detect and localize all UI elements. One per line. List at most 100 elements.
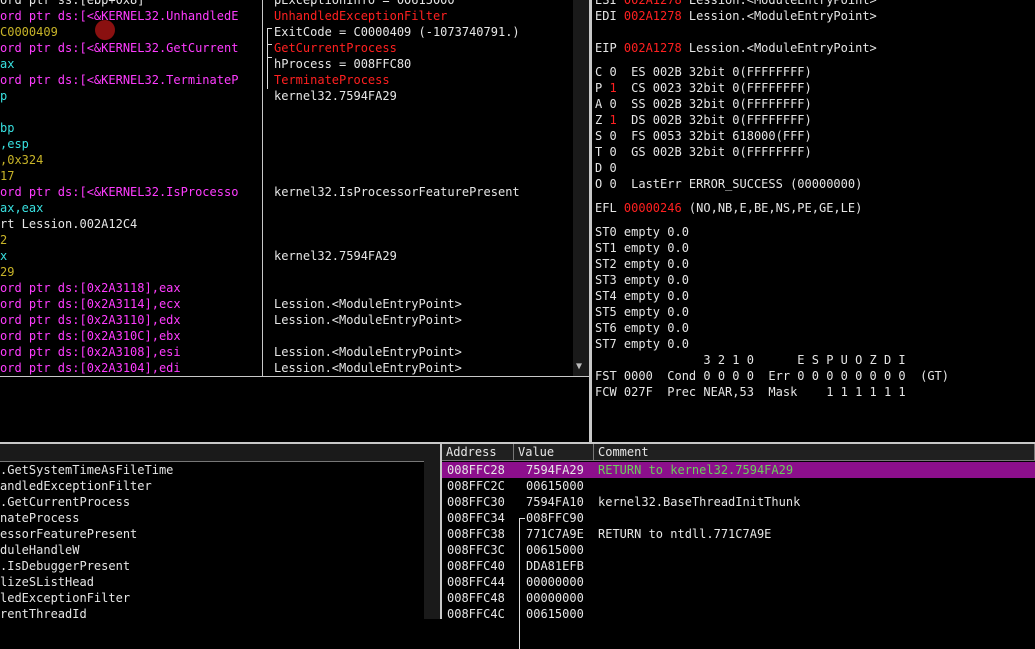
register-row[interactable]: ESI 002A1278 Lession.<ModuleEntryPoint> xyxy=(595,0,877,8)
flag-value[interactable]: 0 xyxy=(609,177,616,191)
fpu-register-row[interactable]: ST1 empty 0.0 xyxy=(595,240,689,256)
stack-value[interactable]: 00000000 xyxy=(526,574,584,590)
flag-row[interactable]: Z 1 DS 002B 32bit 0(FFFFFFFF) xyxy=(595,112,812,128)
stack-address[interactable]: 008FFC38 xyxy=(447,526,505,542)
stack-value[interactable]: 7594FA10 xyxy=(526,494,584,510)
registers-pane[interactable]: ESI 002A1278 Lession.<ModuleEntryPoint> E… xyxy=(592,0,1035,444)
fpu-register-row[interactable]: ST2 empty 0.0 xyxy=(595,256,689,272)
stack-address[interactable]: 008FFC28 xyxy=(447,462,505,478)
flag-value[interactable]: 0 xyxy=(609,65,616,79)
fpu-control-row[interactable]: FCW 027F Prec NEAR,53 Mask 1 1 1 1 1 1 xyxy=(595,384,906,400)
name-list-item[interactable]: nateProcess xyxy=(0,510,79,526)
fpu-register-row[interactable]: ST0 empty 0.0 xyxy=(595,224,689,240)
disasm-line[interactable]: ord ptr ds:[0x2A310C],ebx xyxy=(0,328,181,344)
disasm-line[interactable]: 29 xyxy=(0,264,14,280)
register-value[interactable]: 002A1278 xyxy=(624,41,682,55)
stack-address[interactable]: 008FFC2C xyxy=(447,478,505,494)
name-list-item[interactable]: essorFeaturePresent xyxy=(0,526,137,542)
fpu-status-row[interactable]: FST 0000 Cond 0 0 0 0 Err 0 0 0 0 0 0 0 … xyxy=(595,368,949,384)
stack-value[interactable]: 00000000 xyxy=(526,590,584,606)
flag-row[interactable]: C 0 ES 002B 32bit 0(FFFFFFFF) xyxy=(595,64,812,80)
flag-value[interactable]: 1 xyxy=(609,81,616,95)
name-list-item[interactable]: lizeSListHead xyxy=(0,574,94,590)
name-list-item[interactable]: .IsDebuggerPresent xyxy=(0,558,130,574)
flag-row[interactable]: S 0 FS 0053 32bit 618000(FFF) xyxy=(595,128,812,144)
stack-value[interactable]: 00615000 xyxy=(526,478,584,494)
disasm-line[interactable]: ord ptr ds:[<&KERNEL32.GetCurrent xyxy=(0,40,238,56)
disasm-line[interactable]: ord ptr ds:[0x2A3110],edx xyxy=(0,312,181,328)
stack-header-address[interactable]: Address xyxy=(442,444,514,461)
stack-header-comment[interactable]: Comment xyxy=(594,444,1035,461)
disasm-line[interactable]: ord ptr ds:[0x2A3114],ecx xyxy=(0,296,181,312)
flag-name: C xyxy=(595,65,610,79)
disasm-line[interactable]: ,esp xyxy=(0,136,29,152)
names-scrollbar[interactable] xyxy=(424,444,440,619)
disasm-line[interactable]: C0000409 xyxy=(0,24,58,40)
disasm-line[interactable]: ord ptr ds:[<&KERNEL32.UnhandledE xyxy=(0,8,238,24)
name-list-item[interactable]: .GetSystemTimeAsFileTime xyxy=(0,462,173,478)
disasm-scrollbar[interactable]: ▼ xyxy=(573,0,589,376)
stack-value[interactable]: 00615000 xyxy=(526,606,584,622)
fpu-register-row[interactable]: ST6 empty 0.0 xyxy=(595,320,689,336)
flag-row[interactable]: A 0 SS 002B 32bit 0(FFFFFFFF) xyxy=(595,96,812,112)
disasm-line[interactable]: ord ptr ds:[<&KERNEL32.IsProcesso xyxy=(0,184,238,200)
register-value[interactable]: 002A1278 xyxy=(624,9,682,23)
comment-pane[interactable]: pExceptionInfo = 00615000 UnhandledExcept… xyxy=(263,0,573,376)
flag-value[interactable]: 0 xyxy=(609,97,616,111)
name-list-item[interactable]: ledExceptionFilter xyxy=(0,590,130,606)
stack-value[interactable]: 008FFC90 xyxy=(526,510,584,526)
name-list-item[interactable]: .GetCurrentProcess xyxy=(0,494,130,510)
names-pane[interactable]: .GetSystemTimeAsFileTime andledExceptionF… xyxy=(0,444,424,619)
disasm-line[interactable]: ord ptr ds:[0x2A3118],eax xyxy=(0,280,181,296)
flag-row[interactable]: D 0 xyxy=(595,160,631,176)
register-row[interactable]: EDI 002A1278 Lession.<ModuleEntryPoint> xyxy=(595,8,877,24)
stack-value[interactable]: DDA81EFB xyxy=(526,558,584,574)
flag-row[interactable]: P 1 CS 0023 32bit 0(FFFFFFFF) xyxy=(595,80,812,96)
disasm-line[interactable]: p xyxy=(0,88,7,104)
disasm-line[interactable]: x xyxy=(0,248,7,264)
stack-value[interactable]: 771C7A9E xyxy=(526,526,584,542)
stack-address[interactable]: 008FFC3C xyxy=(447,542,505,558)
disasm-line[interactable]: ,0x324 xyxy=(0,152,43,168)
scroll-down-arrow-icon[interactable]: ▼ xyxy=(576,362,582,372)
flag-value[interactable]: 1 xyxy=(609,113,616,127)
flag-value[interactable]: 0 xyxy=(609,161,616,175)
stack-address[interactable]: 008FFC30 xyxy=(447,494,505,510)
disasm-line[interactable]: rt Lession.002A12C4 xyxy=(0,216,137,232)
disasm-line[interactable]: ord ptr ds:[0x2A3104],edi xyxy=(0,360,181,376)
disasm-line[interactable]: ax,eax xyxy=(0,200,43,216)
fpu-register-row[interactable]: ST4 empty 0.0 xyxy=(595,288,689,304)
disasm-line[interactable]: ord ptr ds:[0x2A3108],esi xyxy=(0,344,181,360)
stack-header-value[interactable]: Value xyxy=(514,444,594,461)
stack-value[interactable]: 00615000 xyxy=(526,542,584,558)
efl-row[interactable]: EFL 00000246 (NO,NB,E,BE,NS,PE,GE,LE) xyxy=(595,200,862,216)
disassembly-pane[interactable]: ord ptr ss:[ebp+0x8] ord ptr ds:[<&KERNEL… xyxy=(0,0,262,376)
segment-info: FS 0053 32bit 618000(FFF) xyxy=(616,129,812,143)
disasm-line[interactable]: 2 xyxy=(0,232,7,248)
disasm-line[interactable]: 17 xyxy=(0,168,14,184)
name-list-item[interactable]: rentThreadId xyxy=(0,606,87,619)
name-list-item[interactable]: andledExceptionFilter xyxy=(0,478,152,494)
flag-value[interactable]: 0 xyxy=(609,145,616,159)
efl-value[interactable]: 00000246 xyxy=(624,201,682,215)
fpu-register-row[interactable]: ST3 empty 0.0 xyxy=(595,272,689,288)
disasm-line[interactable]: ord ptr ss:[ebp+0x8] xyxy=(0,0,145,8)
fpu-register-row[interactable]: ST5 empty 0.0 xyxy=(595,304,689,320)
stack-address[interactable]: 008FFC34 xyxy=(447,510,505,526)
register-value[interactable]: 002A1278 xyxy=(624,0,682,7)
flag-row[interactable]: T 0 GS 002B 32bit 0(FFFFFFFF) xyxy=(595,144,812,160)
flag-value[interactable]: 0 xyxy=(609,129,616,143)
flag-row[interactable]: O 0 LastErr ERROR_SUCCESS (00000000) xyxy=(595,176,862,192)
stack-address[interactable]: 008FFC4C xyxy=(447,606,505,622)
stack-value[interactable]: 7594FA29 xyxy=(526,462,584,478)
name-list-item[interactable]: duleHandleW xyxy=(0,542,79,558)
stack-address[interactable]: 008FFC40 xyxy=(447,558,505,574)
stack-address[interactable]: 008FFC48 xyxy=(447,590,505,606)
disasm-line[interactable]: ord ptr ds:[<&KERNEL32.TerminateP xyxy=(0,72,238,88)
fpu-register-row[interactable]: ST7 empty 0.0 xyxy=(595,336,689,352)
register-row[interactable]: EIP 002A1278 Lession.<ModuleEntryPoint> xyxy=(595,40,877,56)
disasm-line[interactable]: ax xyxy=(0,56,14,72)
stack-address[interactable]: 008FFC44 xyxy=(447,574,505,590)
disasm-line[interactable]: bp xyxy=(0,120,14,136)
register-name: EIP xyxy=(595,41,624,55)
